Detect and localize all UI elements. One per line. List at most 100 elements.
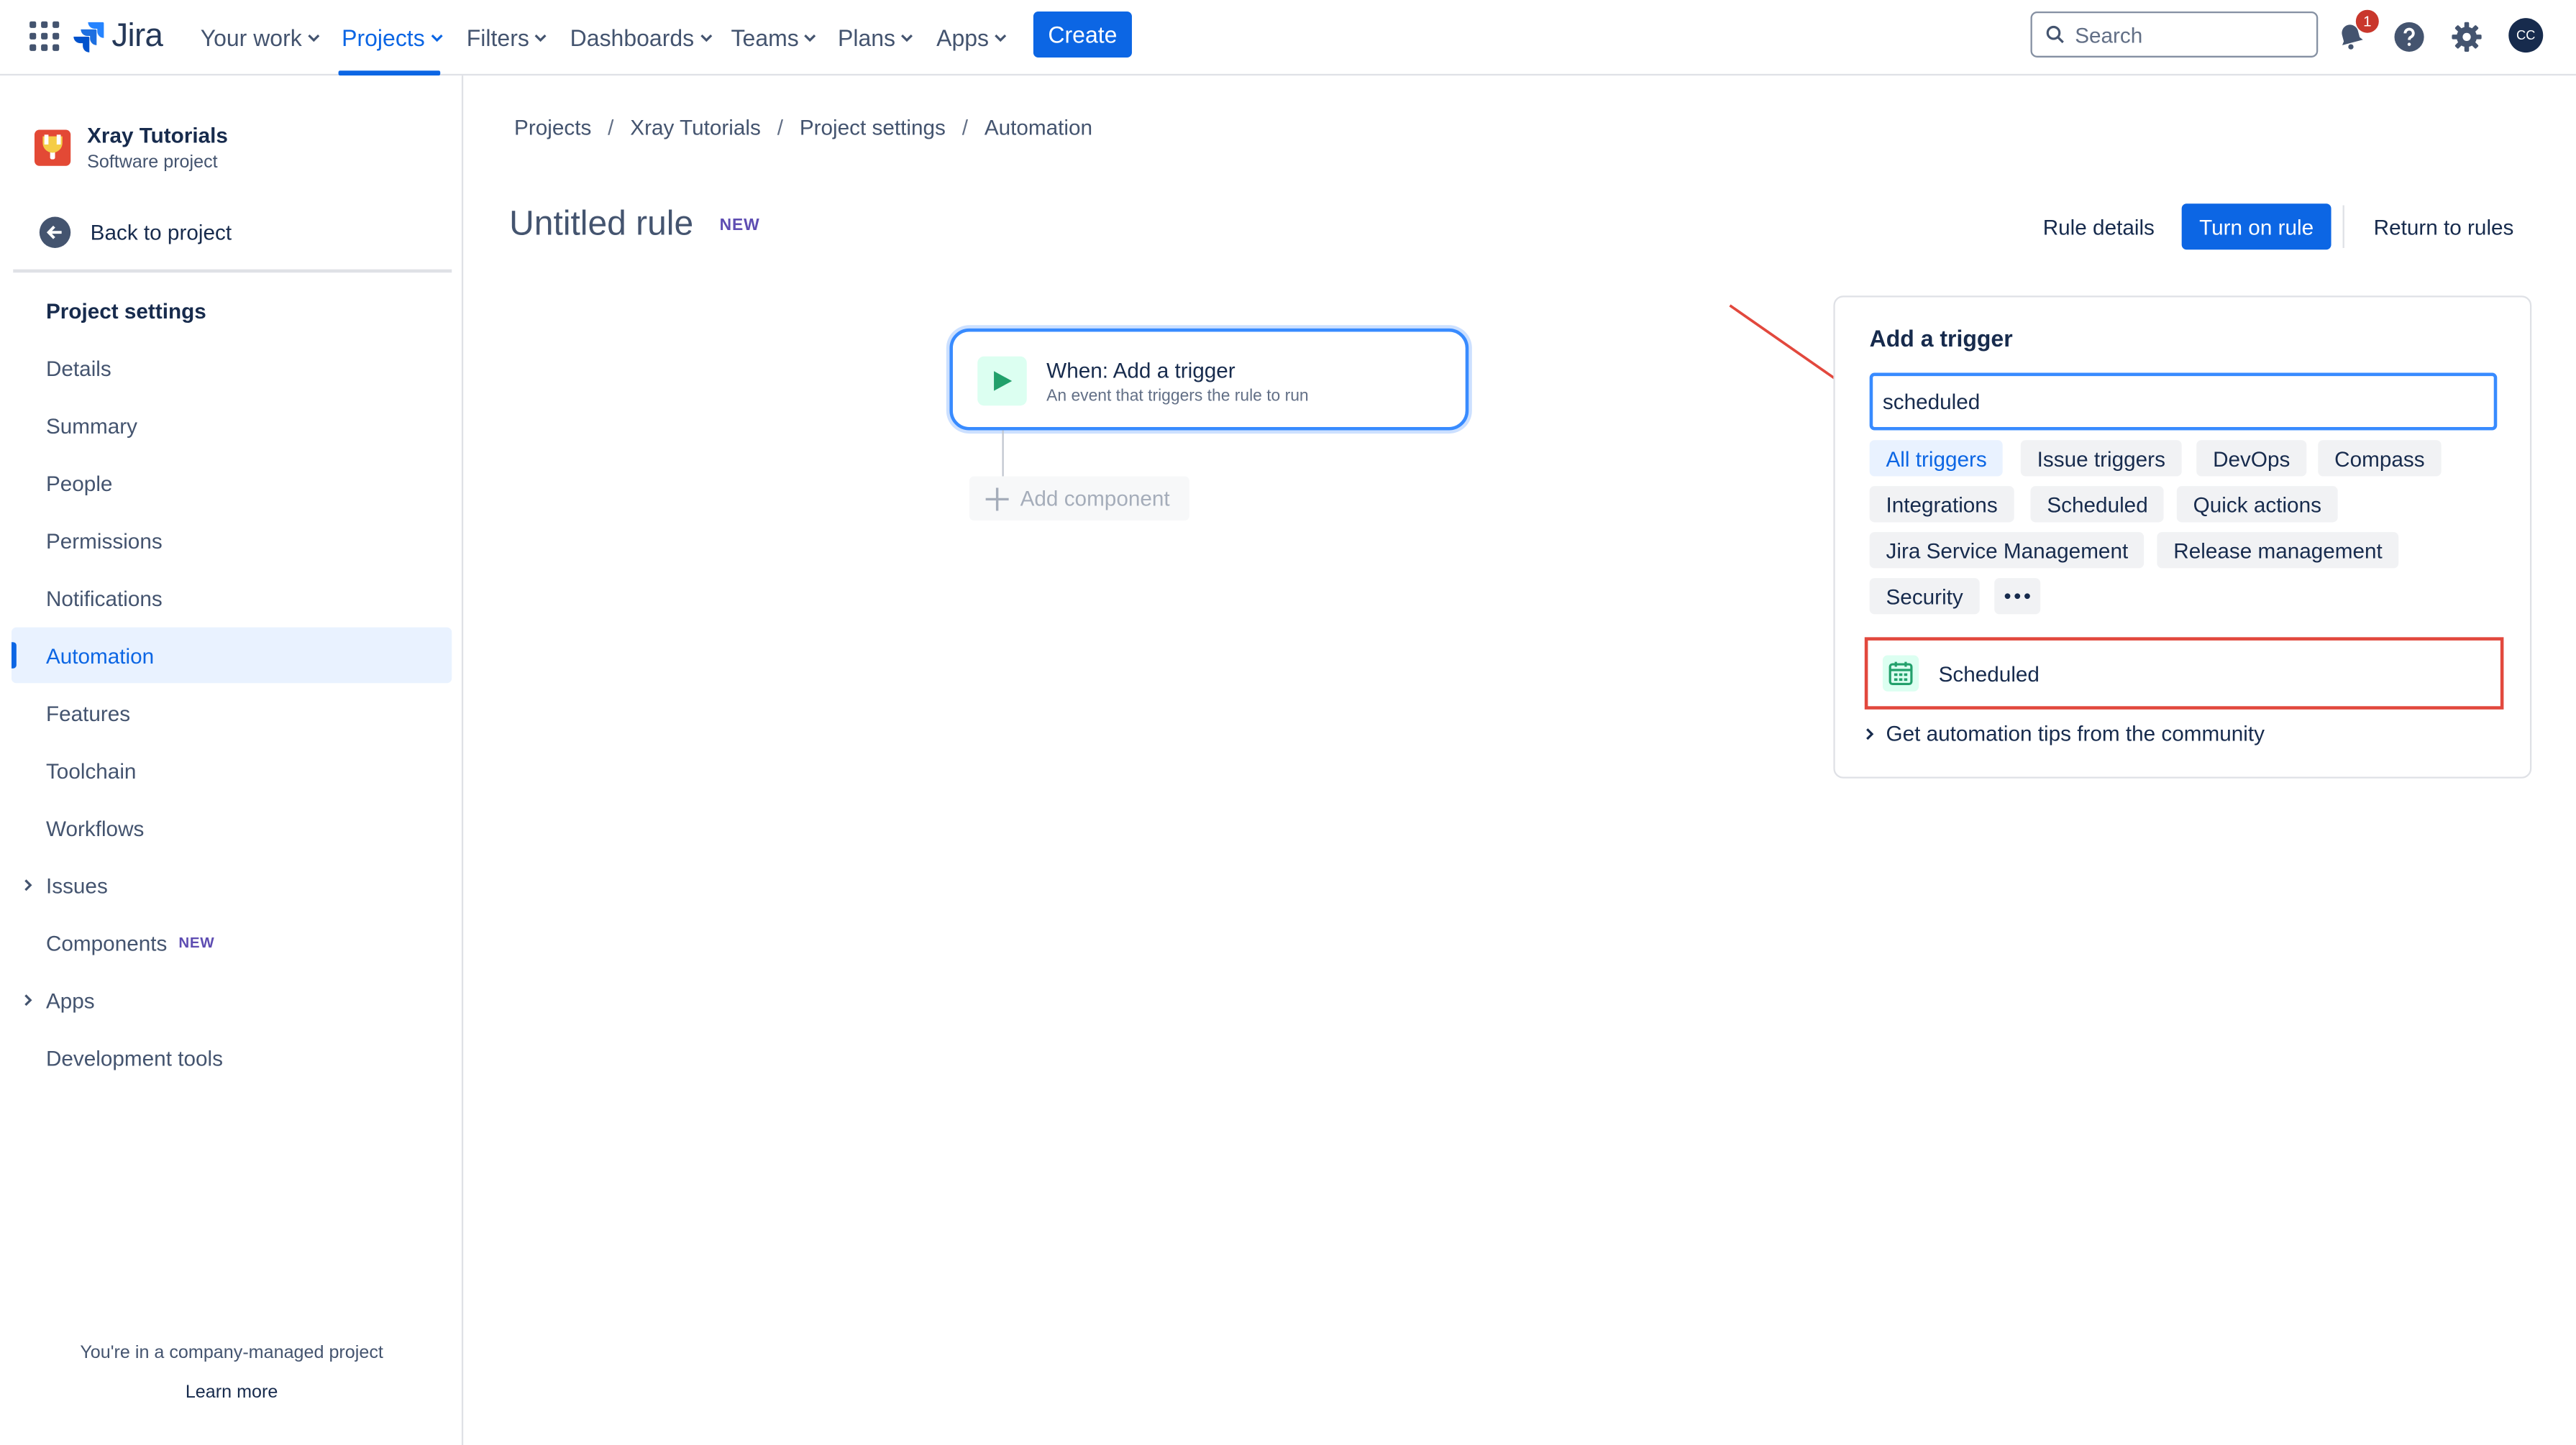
trigger-search-input[interactable] — [1869, 372, 2498, 431]
nav-dashboards[interactable]: Dashboards — [570, 22, 713, 55]
trigger-card[interactable]: When: Add a trigger An event that trigge… — [949, 328, 1469, 431]
help-icon[interactable] — [2390, 18, 2426, 54]
breadcrumb-project[interactable]: Xray Tutorials — [630, 115, 761, 139]
flow-connector — [1002, 430, 1004, 477]
nav-filters-label: Filters — [466, 24, 529, 51]
company-managed-note: You're in a company-managed project — [80, 1343, 383, 1364]
gear-shape — [2451, 21, 2481, 51]
sidebar-item-label: Automation — [45, 643, 155, 668]
automation-tips-label: Get automation tips from the community — [1886, 720, 2265, 746]
back-to-project-link[interactable]: Back to project — [39, 216, 232, 248]
nav-apps[interactable]: Apps — [936, 22, 1007, 55]
add-component-button[interactable]: Add component — [969, 476, 1189, 521]
chip-security[interactable]: Security — [1869, 578, 1980, 615]
rule-title[interactable]: Untitled rule — [509, 206, 693, 245]
breadcrumb-automation[interactable]: Automation — [985, 115, 1092, 139]
sidebar-item-details[interactable]: Details — [12, 340, 452, 396]
turn-on-rule-button[interactable]: Turn on rule — [2181, 203, 2331, 250]
sidebar-item-label: Toolchain — [45, 758, 137, 783]
sidebar-item-label: People — [45, 470, 113, 495]
sidebar-item-components[interactable]: Components NEW — [12, 914, 452, 971]
breadcrumb-projects[interactable]: Projects — [514, 115, 591, 139]
chip-compass[interactable]: Compass — [2318, 440, 2442, 477]
sidebar-item-label: Details — [45, 355, 111, 380]
chip-scheduled[interactable]: Scheduled — [2030, 486, 2165, 523]
nav-your-work[interactable]: Your work — [201, 22, 320, 55]
chevron-down-icon — [700, 34, 712, 42]
add-trigger-panel: Add a trigger All triggers Issue trigger… — [1833, 295, 2532, 779]
chip-all-triggers[interactable]: All triggers — [1869, 440, 2004, 477]
breadcrumb-separator: / — [962, 114, 968, 140]
sidebar-item-notifications[interactable]: Notifications — [12, 570, 452, 626]
breadcrumb-project-settings[interactable]: Project settings — [800, 115, 946, 139]
avatar[interactable]: CC — [2508, 18, 2544, 53]
arrow-left-shape — [46, 225, 62, 239]
chevron-right-icon — [24, 994, 32, 1006]
more-chips-button[interactable] — [1994, 578, 2041, 615]
nav-projects[interactable]: Projects — [342, 22, 443, 55]
chip-quick-actions[interactable]: Quick actions — [2176, 486, 2338, 523]
sidebar-item-toolchain[interactable]: Toolchain — [12, 743, 452, 799]
nav-filters[interactable]: Filters — [467, 22, 547, 55]
scheduled-trigger-option[interactable]: Scheduled — [1864, 637, 2504, 710]
settings-icon[interactable] — [2448, 18, 2484, 54]
sidebar-item-apps[interactable]: Apps — [12, 972, 452, 1028]
app-switcher-icon[interactable] — [29, 21, 60, 51]
breadcrumb-separator: / — [777, 114, 783, 140]
sidebar-item-features[interactable]: Features — [12, 685, 452, 741]
panel-title: Add a trigger — [1869, 325, 2013, 352]
trigger-card-title: When: Add a trigger — [1046, 357, 1236, 383]
search-input[interactable]: Search — [2030, 11, 2319, 58]
chevron-right-icon — [1866, 728, 1874, 739]
chip-issue-triggers[interactable]: Issue triggers — [2020, 440, 2182, 477]
sidebar-item-development-tools[interactable]: Development tools — [12, 1029, 452, 1086]
nav-plans[interactable]: Plans — [838, 22, 913, 55]
project-avatar-shape — [42, 134, 63, 160]
project-sidebar: Xray Tutorials Software project Back to … — [0, 75, 464, 1445]
chip-integrations[interactable]: Integrations — [1869, 486, 2014, 523]
chip-devops[interactable]: DevOps — [2196, 440, 2307, 477]
learn-more-link[interactable]: Learn more — [0, 1382, 463, 1402]
nav-projects-label: Projects — [342, 24, 425, 51]
project-type: Software project — [87, 152, 218, 173]
chip-release-management[interactable]: Release management — [2157, 532, 2399, 569]
nav-dashboards-label: Dashboards — [570, 24, 695, 51]
jira-logo-icon — [73, 22, 104, 52]
chevron-down-icon — [804, 34, 816, 42]
sidebar-item-label: Notifications — [45, 585, 163, 610]
play-icon — [977, 356, 1027, 406]
sidebar-item-permissions[interactable]: Permissions — [12, 513, 452, 569]
nav-teams-label: Teams — [731, 24, 799, 51]
sidebar-item-automation[interactable]: Automation — [11, 627, 452, 684]
chevron-down-icon — [995, 34, 1007, 42]
create-button[interactable]: Create — [1033, 11, 1132, 58]
more-horizontal-icon — [2004, 593, 2030, 600]
breadcrumb: Projects / Xray Tutorials / Project sett… — [514, 115, 1092, 139]
sidebar-heading: Project settings — [45, 298, 206, 324]
project-avatar-icon — [34, 129, 71, 166]
sidebar-item-summary[interactable]: Summary — [12, 398, 452, 454]
nav-teams[interactable]: Teams — [731, 22, 817, 55]
automation-tips-expander[interactable]: Get automation tips from the community — [1863, 721, 2265, 746]
sidebar-divider — [13, 269, 452, 273]
sidebar-item-label: Apps — [45, 988, 95, 1013]
header-divider — [2342, 205, 2344, 248]
return-to-rules-button[interactable]: Return to rules — [2359, 203, 2528, 249]
jira-logo-text: Jira — [111, 17, 163, 54]
sidebar-item-workflows[interactable]: Workflows — [12, 800, 452, 856]
nav-active-indicator — [338, 70, 441, 76]
chevron-down-icon — [307, 34, 319, 42]
jira-logo[interactable]: Jira — [73, 17, 163, 54]
calendar-icon — [1882, 655, 1919, 692]
rule-new-lozenge: NEW — [719, 216, 760, 235]
notification-badge: 1 — [2355, 9, 2379, 33]
project-name[interactable]: Xray Tutorials — [87, 123, 228, 147]
chevron-down-icon — [901, 34, 913, 42]
search-placeholder: Search — [2075, 22, 2143, 47]
chip-jira-service-management[interactable]: Jira Service Management — [1869, 532, 2145, 569]
play-shape — [994, 371, 1013, 391]
sidebar-item-issues[interactable]: Issues — [12, 857, 452, 913]
rule-details-button[interactable]: Rule details — [2027, 203, 2170, 249]
sidebar-item-people[interactable]: People — [12, 455, 452, 511]
sidebar-item-label: Features — [45, 700, 131, 725]
